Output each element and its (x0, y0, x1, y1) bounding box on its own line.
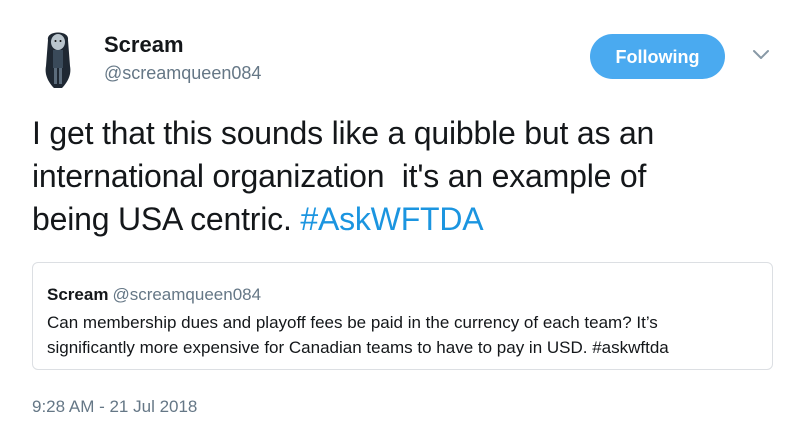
quoted-author-handle: @screamqueen084 (112, 285, 262, 304)
chevron-down-icon[interactable] (750, 44, 772, 64)
tweet-text-line: being USA centric. #AskWFTDA (32, 198, 782, 241)
tweet-text-line: international organization it's an examp… (32, 158, 647, 194)
hashtag-link[interactable]: #AskWFTDA (300, 201, 483, 237)
tweet-card: Scream @screamqueen084 Following I get t… (0, 0, 804, 426)
author-handle[interactable]: @screamqueen084 (104, 62, 261, 84)
character-avatar-icon[interactable] (36, 26, 80, 90)
quoted-text-line: Can membership dues and playoff fees be … (47, 313, 658, 332)
quoted-text-line: significantly more expensive for Canadia… (47, 338, 669, 357)
quoted-tweet[interactable]: Scream @screamqueen084 Can membership due… (32, 262, 773, 370)
quoted-author-name: Scream (47, 285, 109, 304)
tweet-text-line: I get that this sounds like a quibble bu… (32, 115, 655, 151)
tweet-timestamp[interactable]: 9:28 AM - 21 Jul 2018 (32, 397, 197, 417)
tweet-text-segment: being USA centric. (32, 201, 301, 237)
following-button[interactable]: Following (590, 34, 725, 79)
quoted-tweet-text: Can membership dues and playoff fees be … (47, 310, 762, 360)
tweet-text: I get that this sounds like a quibble bu… (32, 112, 782, 241)
quoted-tweet-header: Scream @screamqueen084 (47, 285, 261, 305)
author-display-name[interactable]: Scream (104, 32, 184, 58)
